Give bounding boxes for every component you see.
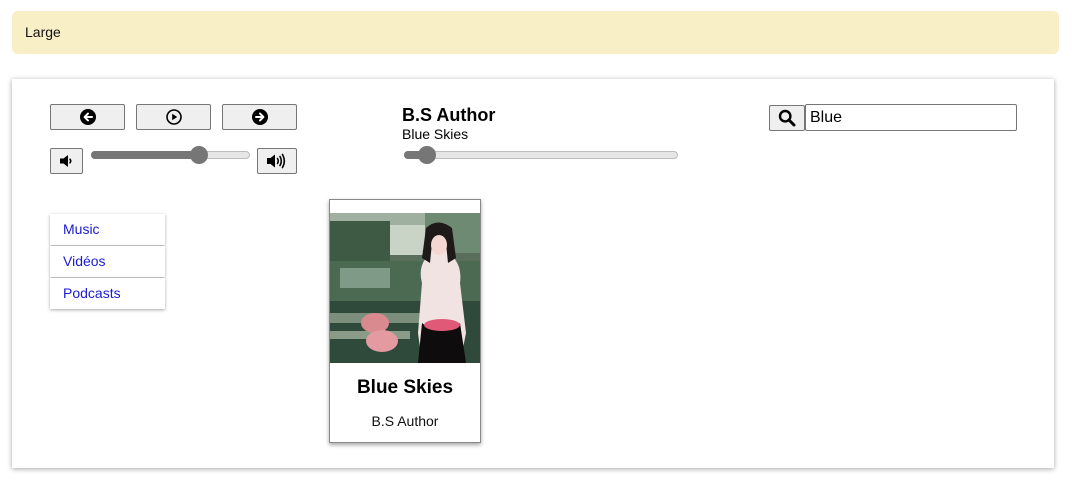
nav-item-podcasts[interactable]: Podcasts [50,278,165,309]
media-author: B.S Author [371,413,439,429]
volume-down-button[interactable] [50,148,83,174]
volume-up-button[interactable] [257,148,297,174]
volume-slider[interactable] [91,146,250,164]
now-playing-title: Blue Skies [402,126,469,142]
search-icon [778,109,796,127]
media-title: Blue Skies [356,377,454,398]
nav-item-music[interactable]: Music [50,214,165,245]
banner-label: Large [25,24,61,40]
volume-high-icon [267,153,286,169]
arrow-left-icon [79,109,96,125]
play-button[interactable] [136,104,211,130]
nav-item-videos[interactable]: Vidéos [50,246,165,277]
volume-low-icon [59,155,71,167]
media-card[interactable]: Blue Skies B.S Author [329,199,481,443]
player-panel: B.S Author Blue Skies Music Vidéos Podca… [12,79,1054,468]
album-cover [330,213,480,363]
progress-slider-thumb[interactable] [418,146,436,164]
search-button[interactable] [769,105,805,131]
search-input[interactable] [805,104,1017,131]
size-banner: Large [12,11,1059,54]
previous-button[interactable] [50,104,125,130]
progress-slider[interactable] [404,146,678,164]
category-menu: Music Vidéos Podcasts [50,214,165,310]
volume-slider-fill [91,151,200,159]
play-icon [165,109,182,125]
next-button[interactable] [222,104,297,130]
volume-slider-thumb[interactable] [190,146,208,164]
arrow-right-icon [251,109,268,125]
now-playing-author: B.S Author [402,105,496,125]
